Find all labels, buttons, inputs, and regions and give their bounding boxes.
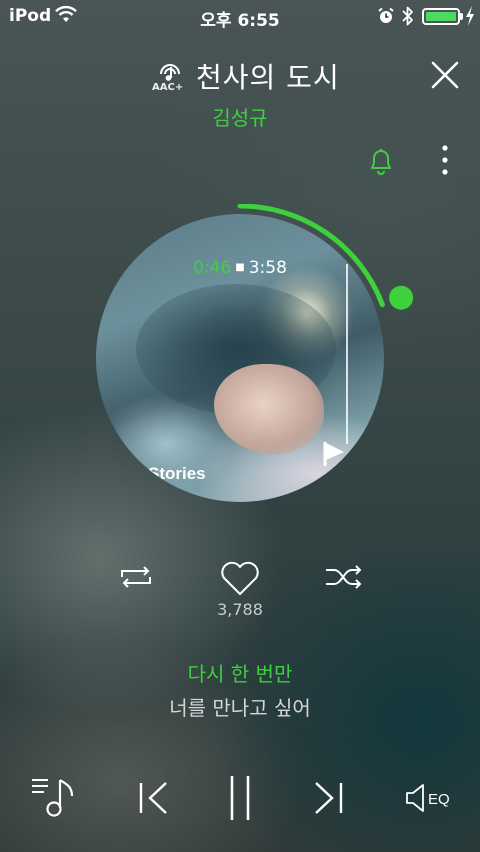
progress-ring[interactable] [86,204,426,514]
battery-icon [422,8,460,25]
bluetooth-icon [402,6,413,26]
status-bar: iPod 오후 6:55 [0,0,480,32]
playlist-icon[interactable] [30,774,76,818]
previous-icon[interactable] [136,780,172,816]
eq-icon[interactable]: EQ [404,780,454,816]
progress-knob[interactable] [389,285,414,310]
like-count: 3,788 [217,600,263,619]
artist-name[interactable]: 김성규 [0,102,480,131]
quality-badge: AAC+ [152,82,184,93]
shuffle-icon[interactable] [324,564,364,590]
song-title: 천사의 도시 [196,61,340,94]
progress-arc [237,204,385,308]
eq-label: EQ [428,791,450,808]
pause-icon[interactable] [226,774,254,822]
alarm-icon [378,7,394,23]
lyric-current-line[interactable]: 다시 한 번만 [0,658,480,687]
bell-icon[interactable] [366,145,396,177]
repeat-icon[interactable] [116,563,156,591]
battery-level [426,12,456,21]
more-icon[interactable] [434,142,456,180]
next-icon[interactable] [310,780,346,816]
charging-icon [466,6,474,26]
close-icon[interactable] [428,58,462,92]
heart-icon[interactable] [219,560,261,598]
battery-tip [460,13,463,20]
lyric-next-line[interactable]: 너를 만나고 싶어 [0,692,480,721]
